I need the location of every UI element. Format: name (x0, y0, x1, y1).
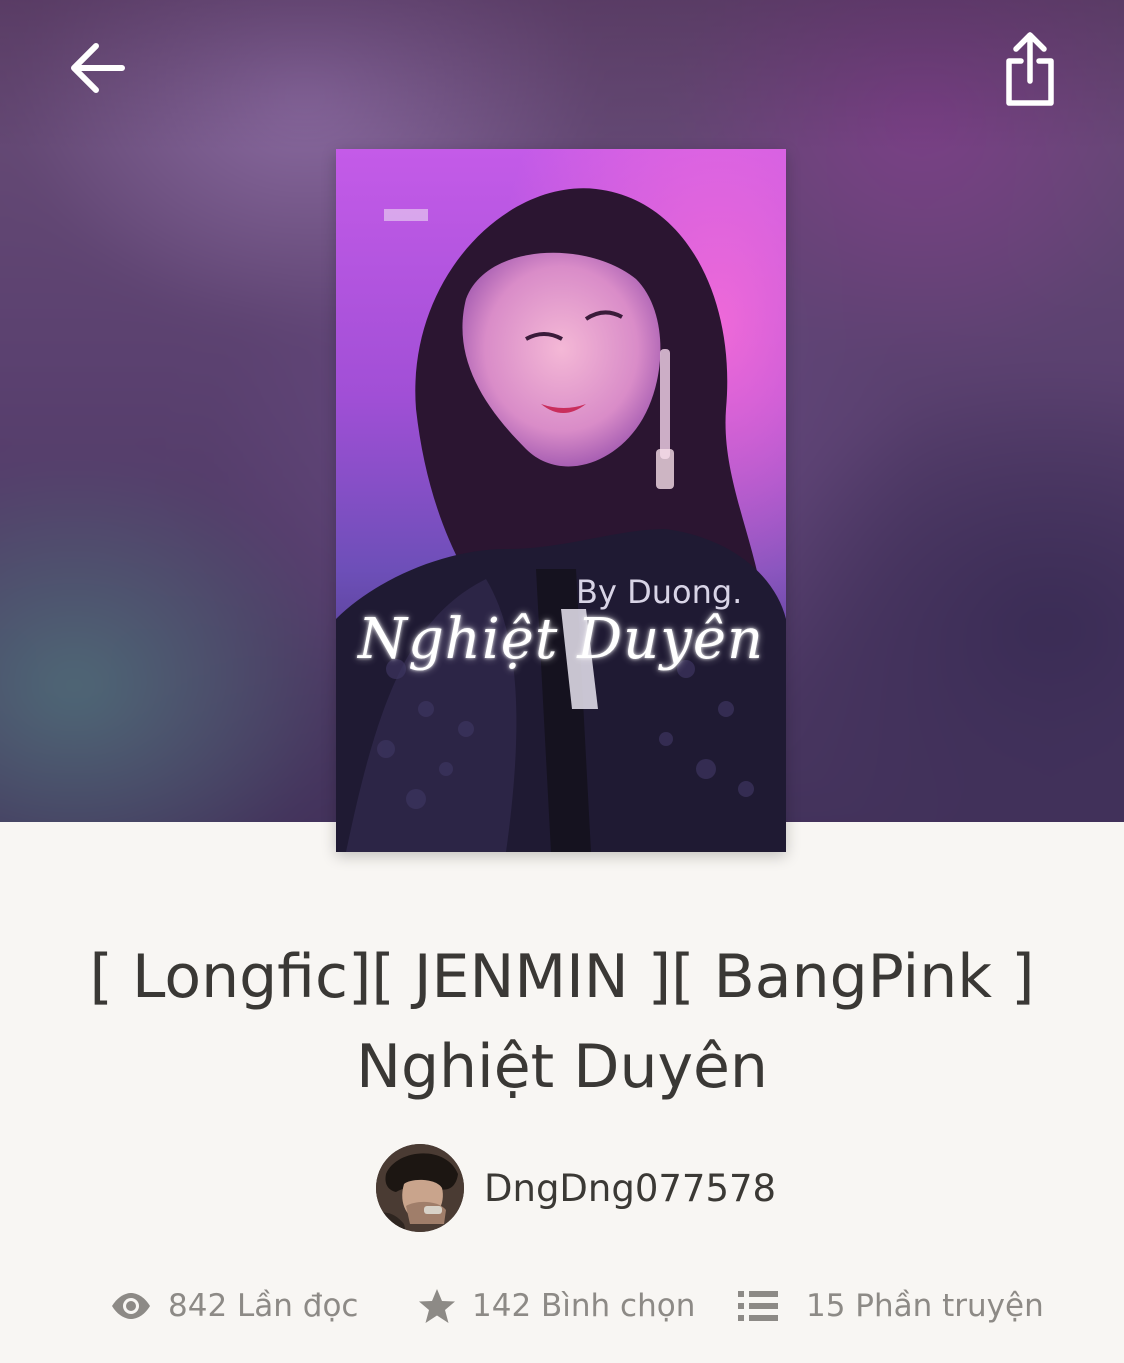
author-link[interactable]: DngDng077578 (376, 1144, 776, 1232)
story-title-line-2: Nghiệt Duyên (356, 1032, 768, 1102)
stat-reads-label: 842 Lần đọc (168, 1288, 359, 1324)
list-icon (738, 1290, 778, 1322)
author-name[interactable]: DngDng077578 (484, 1167, 776, 1210)
back-button[interactable] (58, 30, 134, 106)
cover-artwork (336, 149, 786, 852)
stat-votes-label: 142 Bình chọn (472, 1288, 696, 1324)
share-button[interactable] (992, 26, 1068, 112)
story-title-line-1: [ Longfic][ JENMIN ][ BangPink ] (89, 942, 1035, 1012)
story-stats: 842 Lần đọc 142 Bình chọn 15 Phần truyện (0, 1281, 1124, 1331)
story-cover[interactable]: Nghiệt Duyên By Duong. (336, 149, 786, 852)
avatar[interactable] (376, 1144, 464, 1232)
stat-votes: 142 Bình chọn (418, 1281, 695, 1331)
eye-icon (110, 1291, 152, 1321)
story-title: [ Longfic][ JENMIN ][ BangPink ] Nghiệt … (40, 932, 1084, 1112)
top-gradient (0, 0, 1124, 150)
cover-title-text: Nghiệt Duyên (357, 607, 765, 672)
stat-parts-label: 15 Phần truyện (806, 1288, 1044, 1324)
avatar-image (376, 1144, 464, 1232)
stat-parts: 15 Phần truyện (738, 1281, 1044, 1331)
star-icon (418, 1288, 456, 1324)
stat-reads: 842 Lần đọc (110, 1281, 358, 1331)
arrow-left-icon (71, 43, 125, 93)
share-icon (1006, 32, 1054, 106)
cover-byline: By Duong. (576, 573, 743, 611)
